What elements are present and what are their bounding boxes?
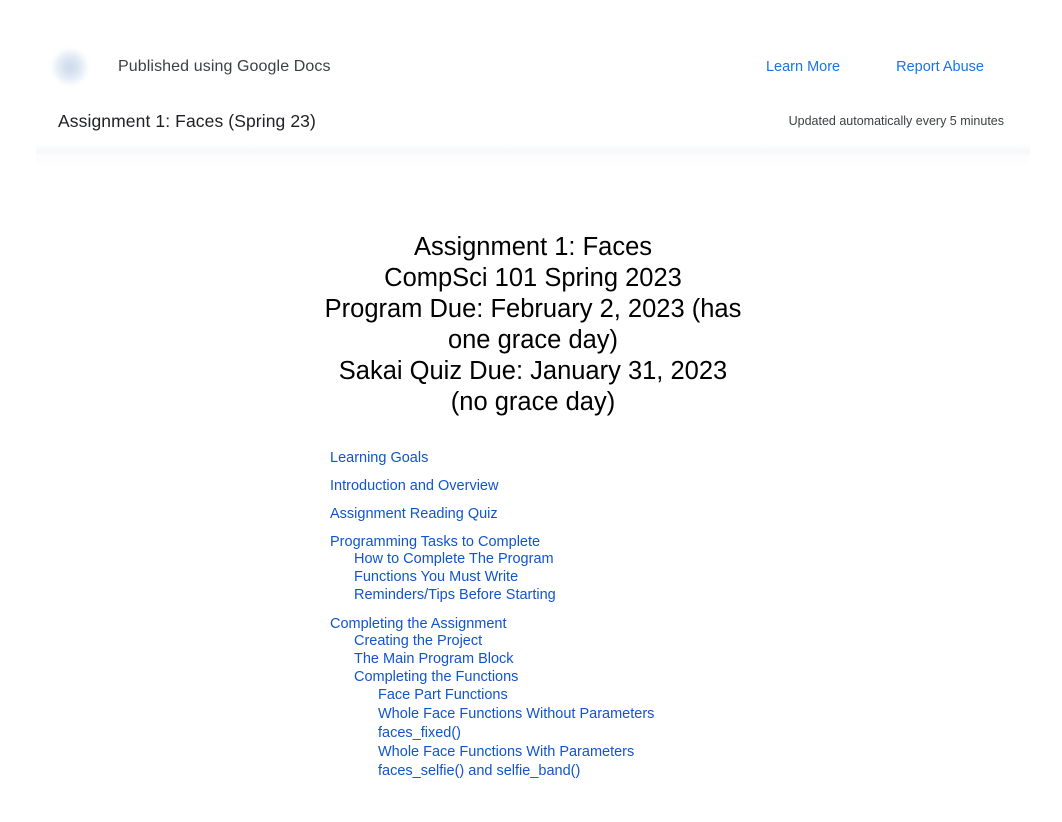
heading-line-2: CompSci 101 Spring 2023 xyxy=(384,264,682,292)
auto-update-status: Updated automatically every 5 minutes xyxy=(788,114,1004,128)
toc-link-completing-the-assignment[interactable]: Completing the Assignment xyxy=(330,617,883,632)
document-page: Assignment 1: Faces CompSci 101 Spring 2… xyxy=(0,190,1062,822)
toc-link-the-main-program-block[interactable]: The Main Program Block xyxy=(330,650,883,668)
header-separator-band xyxy=(36,144,1030,158)
toc-group-programming-tasks: Programming Tasks to Complete How to Com… xyxy=(330,535,883,604)
toc-link-faces-selfie-and-selfie-band[interactable]: faces_selfie() and selfie_band() xyxy=(330,762,883,781)
toc-link-creating-the-project[interactable]: Creating the Project xyxy=(330,632,883,650)
heading-line-4: one grace day) xyxy=(447,326,619,354)
toc-link-reminders-tips-before-starting[interactable]: Reminders/Tips Before Starting xyxy=(330,586,883,604)
heading-line-3: Program Due: February 2, 2023 (has xyxy=(324,295,742,323)
document-heading: Assignment 1: Faces CompSci 101 Spring 2… xyxy=(183,190,883,418)
toc-group-completing-the-assignment: Completing the Assignment Creating the P… xyxy=(330,617,883,781)
heading-line-6: (no grace day) xyxy=(450,388,616,416)
toc-link-whole-face-functions-without-parameters[interactable]: Whole Face Functions Without Parameters xyxy=(330,705,883,724)
page-title: Assignment 1: Faces (Spring 23) xyxy=(58,110,316,131)
published-bar-links: Learn More Report Abuse xyxy=(766,59,1030,75)
header-separator-edge xyxy=(36,158,1030,166)
toc-link-introduction-and-overview[interactable]: Introduction and Overview xyxy=(330,479,883,494)
published-banner: Published using Google Docs Learn More R… xyxy=(36,36,1030,166)
toc-link-faces-fixed[interactable]: faces_fixed() xyxy=(330,724,883,743)
toc-link-whole-face-functions-with-parameters[interactable]: Whole Face Functions With Parameters xyxy=(330,743,883,762)
published-using-label: Published using Google Docs xyxy=(118,58,331,75)
toc-link-programming-tasks-to-complete[interactable]: Programming Tasks to Complete xyxy=(330,535,883,550)
published-bar: Published using Google Docs Learn More R… xyxy=(36,36,1030,98)
toc-link-how-to-complete-the-program[interactable]: How to Complete The Program xyxy=(330,550,883,568)
table-of-contents: Learning Goals Introduction and Overview… xyxy=(183,451,883,781)
toc-link-functions-you-must-write[interactable]: Functions You Must Write xyxy=(330,568,883,586)
document-body: Assignment 1: Faces CompSci 101 Spring 2… xyxy=(183,190,883,794)
report-abuse-link[interactable]: Report Abuse xyxy=(896,59,984,75)
document-title-bar: Assignment 1: Faces (Spring 23) Updated … xyxy=(36,98,1030,144)
toc-link-assignment-reading-quiz[interactable]: Assignment Reading Quiz xyxy=(330,507,883,522)
toc-link-face-part-functions[interactable]: Face Part Functions xyxy=(330,686,883,705)
toc-link-completing-the-functions[interactable]: Completing the Functions xyxy=(330,668,883,686)
heading-line-1: Assignment 1: Faces xyxy=(413,233,653,261)
toc-link-learning-goals[interactable]: Learning Goals xyxy=(330,451,883,466)
learn-more-link[interactable]: Learn More xyxy=(766,59,840,75)
google-docs-logo-icon xyxy=(52,49,88,85)
heading-line-5: Sakai Quiz Due: January 31, 2023 xyxy=(338,357,728,385)
